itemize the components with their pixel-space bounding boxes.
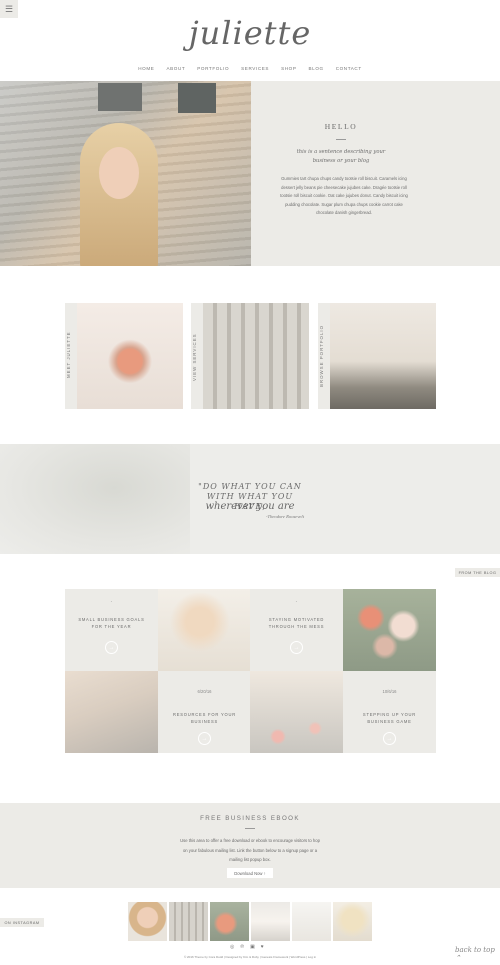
instagram-label: ON INSTAGRAM	[0, 918, 44, 927]
card-label: MEET JULIETTE	[66, 331, 71, 378]
main-nav: HOME ABOUT PORTFOLIO SERVICES SHOP BLOG …	[0, 66, 500, 71]
card-meet[interactable]: MEET JULIETTE	[65, 303, 183, 409]
hero-title: HELLO	[324, 122, 358, 131]
arrow-right-icon[interactable]: →	[105, 641, 118, 654]
instagram-photo[interactable]	[333, 902, 372, 941]
card-label: VIEW SERVICES	[192, 333, 197, 381]
blog-post-tile[interactable]: - STAYING MOTIVATED THROUGH THE MESS →	[250, 589, 343, 671]
back-to-top-link[interactable]: back to top ⌃	[455, 946, 500, 962]
blog-post-tile[interactable]: 10/6/16 STEPPING UP YOUR BUSINESS GAME →	[343, 671, 436, 753]
instagram-photo[interactable]	[128, 902, 167, 941]
social-icons: ◎ ℗ ▣ ♥	[230, 944, 264, 950]
nav-services[interactable]: SERVICES	[241, 66, 269, 71]
hero-photo	[0, 81, 251, 266]
ebook-text: Use this area to offer a free download o…	[180, 838, 320, 862]
bride-bouquet-image	[77, 303, 183, 409]
card-portfolio[interactable]: BROWSE PORTFOLIO	[318, 303, 436, 409]
post-title: SMALL BUSINESS GOALS FOR THE YEAR	[78, 617, 145, 629]
hero-body: Gummies tart chupa chups candy tootsie r…	[280, 176, 408, 216]
nav-contact[interactable]: CONTACT	[336, 66, 362, 71]
post-date: 10/6/16	[382, 689, 397, 694]
city-bride-image	[330, 303, 436, 409]
nav-shop[interactable]: SHOP	[281, 66, 296, 71]
blog-post-image[interactable]	[65, 671, 158, 753]
ebook-title: FREE BUSINESS EBOOK	[200, 815, 300, 822]
quote-author: -Theodore Roosevelt	[266, 514, 304, 519]
site-logo[interactable]: juliette	[0, 14, 500, 52]
divider	[245, 828, 255, 829]
footer-copyright: © 2016 Theme by Cora Dodd | Designed by …	[183, 955, 317, 959]
blog-post-image[interactable]	[158, 589, 251, 671]
post-date: -	[110, 599, 113, 604]
facebook-icon[interactable]: ▣	[250, 944, 255, 950]
twitter-icon[interactable]: ♥	[261, 944, 264, 950]
post-title: STEPPING UP YOUR BUSINESS GAME	[362, 712, 417, 724]
blog-post-tile[interactable]: 6/20/16 RESOURCES FOR YOUR BUSINESS →	[158, 671, 251, 753]
download-button[interactable]: Download Now ↑	[227, 868, 273, 878]
card-services[interactable]: VIEW SERVICES	[191, 303, 309, 409]
nav-blog[interactable]: BLOG	[309, 66, 324, 71]
card-label: BROWSE PORTFOLIO	[319, 324, 324, 387]
quote-line-1: "DO WHAT YOU CAN	[198, 482, 302, 491]
nav-portfolio[interactable]: PORTFOLIO	[197, 66, 229, 71]
post-date: 6/20/16	[197, 689, 212, 694]
back-to-top-label: back to top	[455, 946, 495, 954]
instagram-photo[interactable]	[251, 902, 290, 941]
instagram-photo[interactable]	[292, 902, 331, 941]
arrow-right-icon[interactable]: →	[290, 641, 303, 654]
blog-post-image[interactable]	[343, 589, 436, 671]
nav-home[interactable]: HOME	[138, 66, 154, 71]
pinterest-icon[interactable]: ℗	[240, 944, 244, 950]
arrow-right-icon[interactable]: →	[198, 732, 211, 745]
post-date: -	[295, 599, 298, 604]
nav-about[interactable]: ABOUT	[166, 66, 185, 71]
instagram-icon[interactable]: ◎	[230, 944, 234, 950]
building-image	[203, 303, 309, 409]
post-title: RESOURCES FOR YOUR BUSINESS	[172, 712, 236, 724]
blog-post-image[interactable]	[250, 671, 343, 753]
arrow-up-icon: ↑	[263, 870, 266, 876]
arrow-right-icon[interactable]: →	[383, 732, 396, 745]
download-button-label: Download Now	[234, 870, 263, 876]
blog-post-tile[interactable]: - SMALL BUSINESS GOALS FOR THE YEAR →	[65, 589, 158, 671]
from-the-blog-label: FROM THE BLOG	[455, 568, 500, 577]
hamburger-icon: ☰	[4, 3, 14, 14]
divider	[336, 139, 346, 140]
hero-panel	[251, 81, 500, 266]
instagram-photo[interactable]	[169, 902, 208, 941]
hero-tagline: this is a sentence describing your busin…	[296, 149, 386, 164]
post-title: STAYING MOTIVATED THROUGH THE MESS	[268, 617, 325, 629]
quote-script: wherever you are	[205, 501, 295, 512]
instagram-photo[interactable]	[210, 902, 249, 941]
